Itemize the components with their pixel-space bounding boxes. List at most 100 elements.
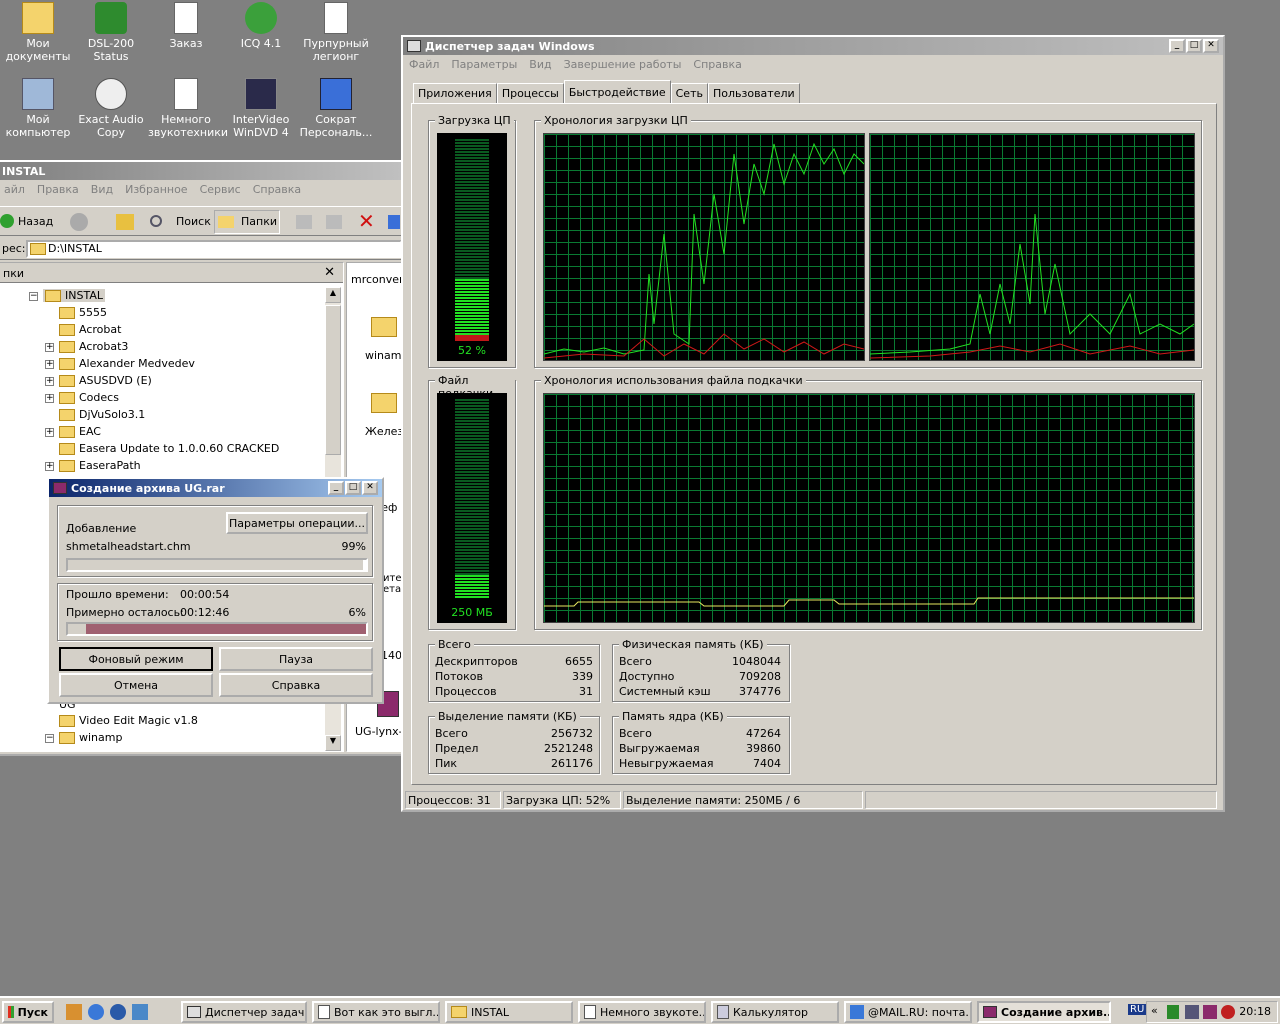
menu-favorites[interactable]: Избранное — [125, 183, 187, 196]
file-item[interactable]: Желез — [365, 425, 403, 438]
close-button[interactable]: ✕ — [1203, 39, 1219, 53]
antivirus-tray-icon[interactable] — [1221, 1005, 1235, 1019]
tray-expand-icon[interactable]: « — [1151, 1004, 1158, 1017]
tab-network[interactable]: Сеть — [670, 83, 708, 103]
menu-view[interactable]: Вид — [529, 58, 551, 71]
cancel-button[interactable]: Отмена — [59, 673, 213, 697]
tree-item-instal[interactable]: INSTAL — [43, 289, 105, 302]
desktop-icon-order[interactable]: Заказ — [148, 2, 224, 50]
file-item[interactable]: UG-lynx- — [355, 725, 403, 738]
menu-edit[interactable]: Правка — [37, 183, 79, 196]
tree-item[interactable]: EAC — [59, 425, 101, 438]
expand-icon[interactable]: + — [45, 462, 54, 471]
expand-icon[interactable]: + — [45, 377, 54, 386]
scroll-up-icon[interactable]: ▲ — [325, 287, 341, 303]
tree-item[interactable]: Acrobat3 — [59, 340, 128, 353]
scroll-down-icon[interactable]: ▼ — [325, 735, 341, 751]
show-desktop-icon[interactable] — [132, 1004, 148, 1020]
tree-item[interactable]: ASUSDVD (E) — [59, 374, 152, 387]
expand-icon[interactable]: + — [45, 343, 54, 352]
explorer-titlebar[interactable]: INSTAL — [0, 162, 402, 180]
tree-item[interactable]: Acrobat — [59, 323, 121, 336]
file-item[interactable]: ите ета — [383, 573, 403, 595]
desktop-icon-my-documents[interactable]: Мои документы — [0, 2, 76, 63]
desktop-icon-socrat[interactable]: Сократ Персональ... — [298, 78, 374, 139]
file-item[interactable]: winamp — [365, 349, 405, 362]
collapse-icon[interactable]: − — [29, 292, 38, 301]
desktop-icon-dsl-status[interactable]: DSL-200 Status — [73, 2, 149, 63]
tree-item[interactable]: Alexander Medvedev — [59, 357, 195, 370]
taskbar-item-mail[interactable]: @MAIL.RU: почта... — [844, 1001, 972, 1023]
start-button[interactable]: Пуск — [2, 1001, 54, 1023]
taskbar-item-sound[interactable]: Немного звукоте... — [578, 1001, 706, 1023]
operation-params-button[interactable]: Параметры операции... — [226, 512, 368, 534]
maximize-button[interactable]: □ — [345, 481, 361, 495]
minimize-button[interactable]: _ — [1169, 39, 1185, 53]
tree-item[interactable]: Codecs — [59, 391, 119, 404]
tab-users[interactable]: Пользователи — [707, 83, 800, 103]
ie-icon[interactable] — [88, 1004, 104, 1020]
pause-button[interactable]: Пауза — [219, 647, 373, 671]
desktop-icon-sound-tech[interactable]: Немного звукотехники — [148, 78, 228, 139]
tree-item[interactable]: 5555 — [59, 306, 107, 319]
undo-icon[interactable] — [388, 215, 400, 229]
tab-performance[interactable]: Быстродействие — [563, 80, 671, 104]
minimize-button[interactable]: _ — [328, 481, 344, 495]
tree-item[interactable]: DjVuSolo3.1 — [59, 408, 145, 421]
copy-to-icon[interactable] — [326, 215, 342, 229]
desktop-icon-purple-legion[interactable]: Пурпурный легионг — [298, 2, 374, 63]
tree-item[interactable]: winamp — [59, 731, 122, 744]
desktop-icon-eac[interactable]: Exact Audio Copy — [73, 78, 149, 139]
address-input[interactable]: D:\INSTAL — [26, 240, 402, 258]
menu-help[interactable]: Справка — [253, 183, 301, 196]
tree-item[interactable]: Video Edit Magic v1.8 — [59, 714, 198, 727]
scroll-thumb[interactable] — [325, 305, 341, 455]
help-button[interactable]: Справка — [219, 673, 373, 697]
folders-button[interactable]: Папки — [214, 210, 280, 234]
taskbar-item-winrar[interactable]: Создание архив... — [977, 1001, 1111, 1023]
maximize-button[interactable]: □ — [1186, 39, 1202, 53]
close-button[interactable]: ✕ — [362, 481, 378, 495]
collapse-icon[interactable]: − — [45, 734, 54, 743]
rar-titlebar[interactable]: Создание архива UG.rar _ □ ✕ — [49, 479, 382, 497]
desktop-icon-my-computer[interactable]: Мой компьютер — [0, 78, 76, 139]
media-player-icon[interactable] — [110, 1004, 126, 1020]
expand-icon[interactable]: + — [45, 360, 54, 369]
desktop-icon-icq[interactable]: ICQ 4.1 — [223, 2, 299, 50]
winrar-tray-icon[interactable] — [1203, 1005, 1217, 1019]
tab-processes[interactable]: Процессы — [496, 83, 564, 103]
search-button[interactable]: Поиск — [176, 215, 211, 228]
file-item[interactable]: 140 — [381, 649, 402, 662]
language-indicator[interactable]: RU — [1128, 1004, 1147, 1015]
up-folder-icon[interactable] — [116, 214, 134, 230]
desktop-icon-windvd[interactable]: InterVideo WinDVD 4 — [223, 78, 299, 139]
file-item[interactable]: mrconvert — [351, 273, 405, 286]
taskbar-item-instal[interactable]: INSTAL — [445, 1001, 573, 1023]
menu-file[interactable]: Файл — [409, 58, 439, 71]
back-button[interactable]: Назад — [18, 215, 53, 228]
background-mode-button[interactable]: Фоновый режим — [59, 647, 213, 671]
tab-applications[interactable]: Приложения — [413, 83, 497, 103]
network-tray-icon[interactable] — [1185, 1005, 1199, 1019]
menu-help[interactable]: Справка — [693, 58, 741, 71]
expand-icon[interactable]: + — [45, 428, 54, 437]
taskbar-item-word[interactable]: Вот как это выгл... — [312, 1001, 440, 1023]
menu-view[interactable]: Вид — [91, 183, 113, 196]
tree-item[interactable]: EaseraPath — [59, 459, 141, 472]
tree-item[interactable]: Easera Update to 1.0.0.60 CRACKED — [59, 442, 279, 455]
close-icon[interactable]: ✕ — [324, 265, 335, 280]
clock[interactable]: 20:18 — [1239, 1005, 1271, 1018]
quicklaunch-app-icon[interactable] — [66, 1004, 82, 1020]
menu-file[interactable]: айл — [4, 183, 25, 196]
taskmgr-titlebar[interactable]: Диспетчер задач Windows _ □ ✕ — [403, 37, 1223, 55]
tray-app-icon[interactable] — [1167, 1005, 1179, 1019]
menu-tools[interactable]: Сервис — [200, 183, 241, 196]
expand-icon[interactable]: + — [45, 394, 54, 403]
menu-shutdown[interactable]: Завершение работы — [564, 58, 682, 71]
menu-options[interactable]: Параметры — [451, 58, 517, 71]
move-to-icon[interactable] — [296, 215, 312, 229]
taskbar-item-taskmgr[interactable]: Диспетчер задач... — [181, 1001, 307, 1023]
taskbar-item-calculator[interactable]: Калькулятор — [711, 1001, 839, 1023]
delete-icon[interactable]: ✕ — [358, 211, 375, 231]
forward-icon[interactable] — [70, 213, 88, 231]
